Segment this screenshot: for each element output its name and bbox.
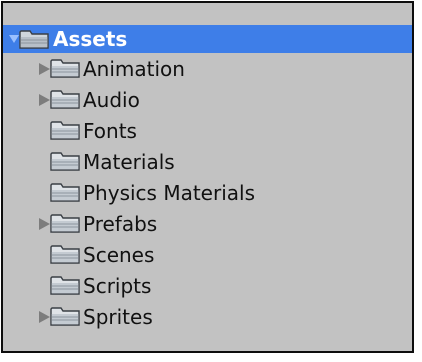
tree-item-scenes[interactable]: Scenes [3, 239, 412, 270]
tree-item-audio[interactable]: Audio [3, 84, 412, 115]
tree-item-label: Physics Materials [83, 180, 255, 205]
tree-item-prefabs[interactable]: Prefabs [3, 208, 412, 239]
tree-item-label: Fonts [83, 118, 137, 143]
folder-icon [50, 274, 80, 296]
tree-item-label: Animation [83, 56, 185, 81]
tree-item-assets[interactable]: Assets [3, 25, 412, 53]
tree-item-sprites[interactable]: Sprites [3, 301, 412, 332]
folder-icon [50, 181, 80, 203]
tree-item-label: Sprites [83, 304, 153, 329]
tree-item-label: Prefabs [83, 211, 158, 236]
folder-icon [50, 150, 80, 172]
tree-item-fonts[interactable]: Fonts [3, 115, 412, 146]
tree-item-animation[interactable]: Animation [3, 53, 412, 84]
tree-item-scripts[interactable]: Scripts [3, 270, 412, 301]
folder-icon [50, 88, 80, 110]
folder-tree: Assets Animation Audio Fonts Materials P… [3, 25, 412, 332]
folder-icon [50, 243, 80, 265]
tree-item-physics-materials[interactable]: Physics Materials [3, 177, 412, 208]
tree-item-label: Audio [83, 87, 140, 112]
tree-item-label: Materials [83, 149, 175, 174]
folder-icon [50, 57, 80, 79]
tree-item-label: Scenes [83, 242, 155, 267]
folder-icon [50, 305, 80, 327]
folder-icon [19, 28, 49, 50]
tree-item-materials[interactable]: Materials [3, 146, 412, 177]
project-panel: Assets Animation Audio Fonts Materials P… [1, 1, 414, 353]
folder-icon [50, 212, 80, 234]
tree-item-label: Scripts [83, 273, 152, 298]
tree-item-label: Assets [53, 27, 128, 51]
folder-icon [50, 119, 80, 141]
